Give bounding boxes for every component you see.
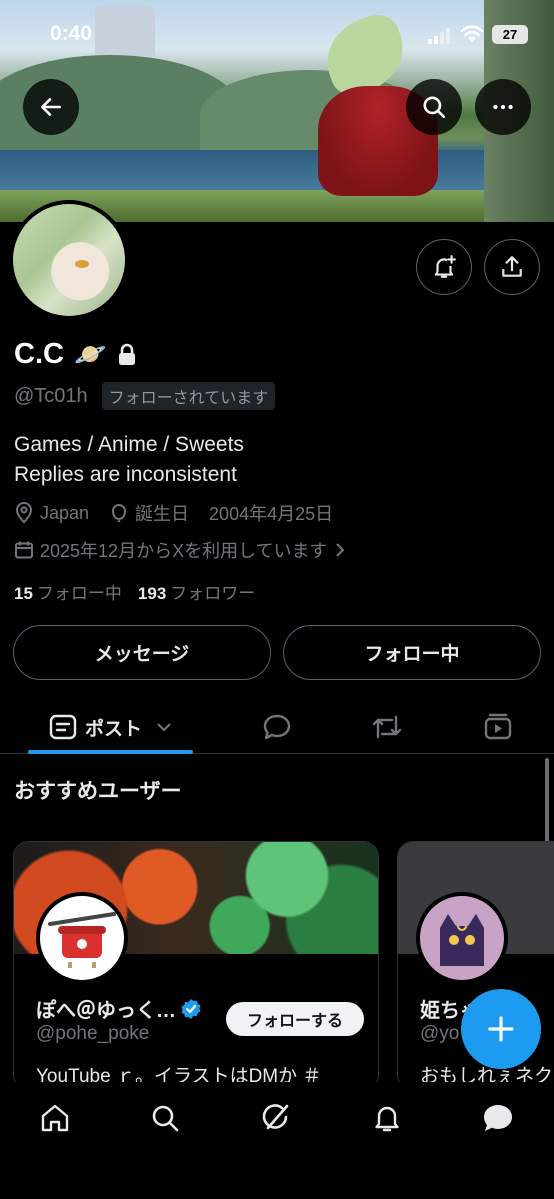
more-button[interactable] xyxy=(475,79,531,135)
profile-name: C.C xyxy=(14,338,64,370)
share-icon xyxy=(502,256,522,277)
tab-posts-label: ポスト xyxy=(84,718,142,740)
bio-line: Games / Anime / Sweets xyxy=(14,433,244,456)
card-avatar[interactable] xyxy=(416,892,508,984)
profile-avatar[interactable] xyxy=(9,200,129,320)
more-horizontal-icon xyxy=(493,104,513,110)
recommended-users-title: おすすめユーザー xyxy=(14,780,182,803)
profile-handle: @Tc01h xyxy=(14,384,88,407)
pot-mascot-icon xyxy=(48,912,116,968)
video-media-icon xyxy=(484,713,512,740)
calendar-icon xyxy=(15,541,33,559)
search-icon xyxy=(423,96,446,119)
profile-tabs: ポスト xyxy=(0,700,554,754)
tab-reposts[interactable] xyxy=(365,700,409,754)
message-button[interactable]: メッセージ xyxy=(13,625,271,680)
handle-row: @Tc01h フォローされています xyxy=(14,382,276,410)
bio-line: Replies are inconsistent xyxy=(14,463,237,486)
share-button[interactable] xyxy=(484,239,540,295)
status-bar: 0:40 27 xyxy=(0,0,554,70)
signal-icon xyxy=(428,28,450,44)
bell-icon xyxy=(375,1106,399,1132)
card-avatar[interactable] xyxy=(36,892,128,984)
followers-count: 193 xyxy=(137,584,167,603)
following-button[interactable]: フォロー中 xyxy=(283,625,541,680)
active-tab-indicator xyxy=(28,750,193,754)
repost-icon xyxy=(372,715,402,739)
birthday-date: 2004年4月25日 xyxy=(209,504,334,524)
verified-badge-icon xyxy=(181,998,201,1019)
follows-you-badge: フォローされています xyxy=(101,382,276,410)
planet-emoji: 🪐 xyxy=(73,339,107,369)
joined-date: 2025年12月からXを利用しています xyxy=(40,541,328,561)
card-handle: @pohe_poke xyxy=(36,1023,150,1044)
following-count: 15 xyxy=(14,584,33,603)
tab-replies[interactable] xyxy=(255,700,299,754)
nav-notifications[interactable] xyxy=(367,1098,407,1138)
bell-plus-icon xyxy=(434,255,456,278)
nav-messages[interactable] xyxy=(478,1098,518,1138)
status-time: 0:40 xyxy=(50,22,93,45)
search-icon xyxy=(152,1105,179,1132)
black-cat-icon xyxy=(440,914,484,966)
card-name: ぽへ＠ゆっく… xyxy=(36,1000,176,1022)
bottom-navigation xyxy=(0,1082,554,1199)
profile-bio: Games / Anime / Sweets Replies are incon… xyxy=(14,430,244,490)
followers-link[interactable]: 193 フォロワー xyxy=(138,579,255,604)
location-pin-icon xyxy=(15,502,33,524)
grok-icon xyxy=(262,1104,289,1130)
nav-home[interactable] xyxy=(35,1098,75,1138)
wifi-icon xyxy=(460,25,484,42)
home-icon xyxy=(41,1104,69,1132)
reply-bubble-icon xyxy=(263,714,291,740)
chevron-right-icon xyxy=(335,543,344,557)
profile-meta: Japan 誕生日 2004年4月25日 xyxy=(14,500,333,526)
arrow-left-icon xyxy=(41,98,61,116)
notification-subscribe-button[interactable] xyxy=(416,239,472,295)
battery-indicator: 27 xyxy=(492,25,528,44)
chat-bubble-icon xyxy=(484,1105,512,1131)
following-link[interactable]: 15 フォロー中 xyxy=(14,579,122,604)
followers-label: フォロワー xyxy=(170,584,256,603)
joined-row[interactable]: 2025年12月からXを利用しています xyxy=(14,537,346,563)
nav-search[interactable] xyxy=(145,1098,185,1138)
tab-media[interactable] xyxy=(476,700,520,754)
balloon-icon xyxy=(112,504,127,522)
chevron-down-icon xyxy=(157,723,171,732)
follow-counts: 15 フォロー中 193 フォロワー xyxy=(14,579,255,604)
tab-posts[interactable]: ポスト xyxy=(28,700,193,754)
recommended-user-card[interactable]: ぽへ＠ゆっく… フォローする @pohe_poke YouTube ｒ。イラスト… xyxy=(13,841,379,1091)
plus-icon xyxy=(488,1016,514,1042)
nav-grok[interactable] xyxy=(256,1098,296,1138)
compose-button[interactable] xyxy=(461,989,541,1069)
card-handle: @yo xyxy=(420,1023,460,1044)
follow-button[interactable]: フォローする xyxy=(226,1002,364,1036)
birthday-label: 誕生日 xyxy=(135,504,190,524)
search-button[interactable] xyxy=(406,79,462,135)
lock-icon xyxy=(119,343,136,365)
following-label: フォロー中 xyxy=(36,584,122,603)
back-button[interactable] xyxy=(23,79,79,135)
profile-location: Japan xyxy=(40,502,90,523)
posts-icon xyxy=(49,714,77,740)
profile-name-row: C.C 🪐 xyxy=(14,338,138,371)
card-name-row: ぽへ＠ゆっく… xyxy=(36,994,202,1023)
